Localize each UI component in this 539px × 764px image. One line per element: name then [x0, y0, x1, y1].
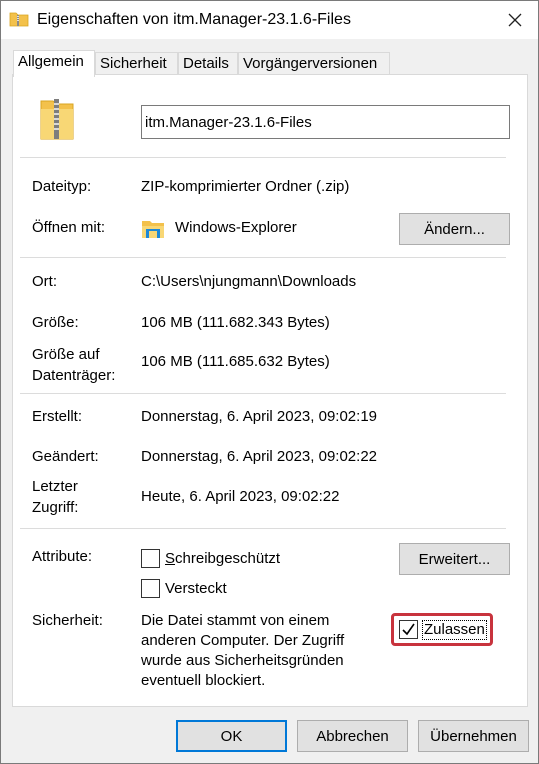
security-message-line3: wurde aus Sicherheitsgründen [141, 652, 344, 669]
erweitert-button[interactable]: Erweitert... [399, 543, 510, 575]
letzter-zugriff-label-line2: Zugriff: [32, 499, 79, 516]
erstellt-label: Erstellt: [32, 408, 83, 425]
separator [20, 393, 506, 394]
geaendert-label: Geändert: [32, 448, 99, 465]
aendern-button[interactable]: Ändern... [399, 213, 510, 245]
oeffnen-mit-value: Windows-Explorer [175, 219, 297, 236]
checkmark-icon [402, 623, 415, 636]
abbrechen-button[interactable]: Abbrechen [297, 720, 408, 752]
security-message-line4: eventuell blockiert. [141, 672, 266, 689]
file-name-input[interactable] [141, 105, 510, 139]
ort-value: C:\Users\njungmann\Downloads [141, 273, 357, 290]
erstellt-value: Donnerstag, 6. April 2023, 09:02:19 [141, 408, 378, 425]
groesse-auf-datentraeger-label-line1: Größe auf [32, 346, 100, 363]
separator [20, 257, 506, 258]
security-message-line1: Die Datei stammt von einem [141, 612, 330, 629]
tab-details[interactable]: Details [178, 52, 238, 75]
groesse-auf-datentraeger-value: 106 MB (111.685.632 Bytes) [141, 353, 330, 370]
explorer-folder-icon [142, 221, 164, 238]
separator [20, 528, 506, 529]
versteckt-checkbox[interactable] [141, 579, 160, 598]
ok-button[interactable]: OK [176, 720, 287, 752]
zulassen-label[interactable]: Zulassen [422, 620, 487, 640]
title-bar[interactable]: Eigenschaften von itm.Manager-23.1.6-Fil… [1, 1, 538, 39]
erweitert-button-text: Erweitert... [418, 550, 491, 568]
zulassen-checkbox[interactable] [399, 620, 418, 639]
window-title: Eigenschaften von itm.Manager-23.1.6-Fil… [37, 11, 351, 28]
uebernehmen-button[interactable]: Übernehmen [418, 720, 529, 752]
close-icon [508, 13, 522, 27]
letzter-zugriff-value: Heute, 6. April 2023, 09:02:22 [141, 488, 340, 505]
zip-folder-icon [40, 99, 74, 140]
groesse-auf-datentraeger-label-line2: Datenträger: [32, 367, 116, 384]
versteckt-label[interactable]: Versteckt [165, 579, 227, 599]
close-button[interactable] [492, 1, 538, 39]
security-message-line2: anderen Computer. Der Zugriff [141, 632, 345, 649]
ort-label: Ort: [32, 273, 57, 290]
tab-vorgaengerversionen[interactable]: Vorgängerversionen [238, 52, 390, 75]
oeffnen-mit-label: Öffnen mit: [32, 219, 106, 236]
sicherheit-label: Sicherheit: [32, 612, 103, 629]
dateityp-label: Dateityp: [32, 178, 92, 195]
schreibgeschuetzt-label[interactable]: Schreibgeschützt [165, 549, 280, 569]
groesse-label: Größe: [32, 314, 79, 331]
dateityp-value: ZIP-komprimierter Ordner (.zip) [141, 178, 350, 195]
schreibgeschuetzt-label-text: chreibgeschützt [175, 550, 281, 567]
schreibgeschuetzt-checkbox[interactable] [141, 549, 160, 568]
separator [20, 157, 506, 158]
attribute-label: Attribute: [32, 548, 93, 565]
letzter-zugriff-label-line1: Letzter [32, 478, 78, 495]
groesse-value: 106 MB (111.682.343 Bytes) [141, 314, 330, 331]
zip-folder-icon [9, 12, 29, 27]
geaendert-value: Donnerstag, 6. April 2023, 09:02:22 [141, 448, 378, 465]
tab-sicherheit[interactable]: Sicherheit [95, 52, 178, 75]
tab-allgemein[interactable]: Allgemein [13, 50, 95, 77]
properties-dialog: Eigenschaften von itm.Manager-23.1.6-Fil… [0, 0, 539, 764]
